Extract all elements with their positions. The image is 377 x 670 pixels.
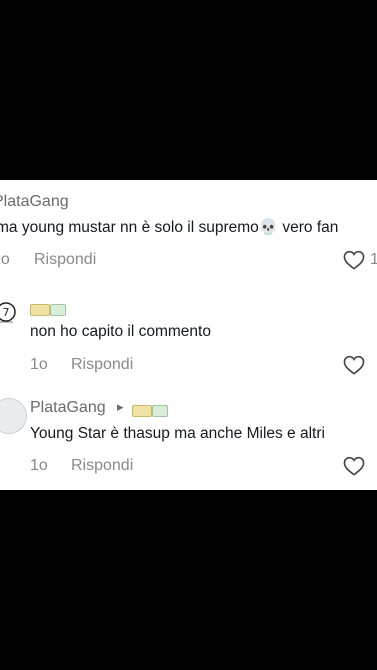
like-heart-icon[interactable] bbox=[343, 250, 365, 270]
emoji-name-badge[interactable] bbox=[30, 300, 66, 318]
comment-author[interactable]: PlataGang bbox=[0, 193, 69, 211]
skull-avatar-icon: 7 bbox=[0, 302, 16, 323]
like-heart-icon[interactable] bbox=[343, 355, 365, 375]
reply-time: 1o bbox=[30, 356, 48, 373]
reply-text: non ho capito il commento bbox=[30, 323, 211, 340]
reply-button[interactable]: Rispondi bbox=[34, 251, 96, 269]
reply-time: 1o bbox=[30, 457, 48, 474]
emoji-name-badge[interactable] bbox=[132, 401, 168, 419]
comments-panel: PlataGang ma young mustar nn è solo il s… bbox=[0, 180, 377, 490]
comment-time: 1o bbox=[0, 251, 10, 268]
svg-text:7: 7 bbox=[3, 306, 10, 319]
reply-button[interactable]: Rispondi bbox=[71, 356, 133, 374]
avatar[interactable] bbox=[0, 398, 27, 434]
reply-button[interactable]: Rispondi bbox=[71, 457, 133, 475]
like-heart-icon[interactable] bbox=[343, 456, 365, 476]
like-count: 1 bbox=[370, 251, 377, 268]
reply-author[interactable]: PlataGang bbox=[30, 399, 106, 417]
reply-text: Young Star è thasup ma anche Miles e alt… bbox=[30, 425, 325, 442]
avatar[interactable]: 7 bbox=[0, 300, 20, 326]
reply-to-arrow-icon: ▸ bbox=[117, 399, 124, 414]
comment-text: ma young mustar nn è solo il supremo💀 ve… bbox=[0, 219, 339, 236]
